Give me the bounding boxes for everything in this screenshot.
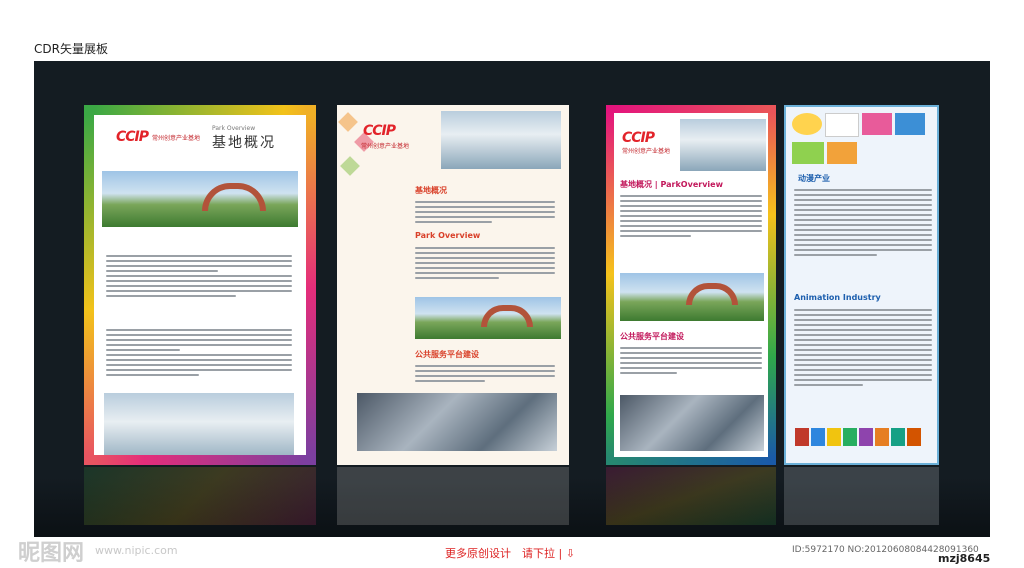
dinosaur-arch bbox=[481, 305, 533, 327]
panel-park-overview-2[interactable]: CCIP 常州创意产业基地 基地概况 Park Overview 公共服务平台建… bbox=[337, 105, 569, 465]
section-heading: 基地概况 | ParkOverview bbox=[620, 180, 723, 189]
author-name: mzj8645 bbox=[938, 552, 991, 565]
section-heading-en: Animation Industry bbox=[794, 293, 881, 302]
animation-posters bbox=[794, 427, 934, 451]
people-photo bbox=[357, 393, 557, 451]
display-stage: CCIP 常州创意产业基地 Park Overview 基地概况 CCIP 常州… bbox=[34, 61, 990, 537]
panel3-reflection bbox=[606, 467, 776, 525]
body-text bbox=[794, 309, 932, 386]
body-text bbox=[620, 195, 762, 237]
panel-animation-industry[interactable]: 动漫产业 Animation Industry bbox=[784, 105, 939, 465]
body-text-cn bbox=[106, 255, 292, 297]
people-photo bbox=[620, 395, 764, 451]
section-heading: 动漫产业 bbox=[798, 174, 830, 183]
heading-cn: 基地概况 bbox=[212, 135, 276, 151]
body-text bbox=[415, 365, 555, 382]
panel4-reflection bbox=[784, 467, 939, 525]
diamond-decor bbox=[340, 156, 360, 176]
section-heading: 公共服务平台建设 bbox=[415, 350, 479, 359]
diamond-decor bbox=[338, 112, 358, 132]
section-heading: 基地概况 bbox=[415, 186, 447, 195]
logo-text: 常州创意产业基地 bbox=[622, 148, 671, 155]
building-render bbox=[680, 119, 766, 171]
panel1-reflection bbox=[84, 467, 316, 525]
dinosaur-arch bbox=[686, 283, 738, 305]
section-heading-en: Park Overview bbox=[415, 231, 481, 240]
section-heading: 公共服务平台建设 bbox=[620, 332, 684, 341]
logo-mark: CCIP bbox=[363, 123, 396, 139]
body-text bbox=[415, 247, 555, 279]
panel2-reflection bbox=[337, 467, 569, 525]
ccip-logo: CCIP 常州创意产业基地 bbox=[116, 129, 200, 145]
ccip-logo: CCIP bbox=[363, 123, 396, 139]
panel-park-overview-3[interactable]: CCIP 常州创意产业基地 基地概况 | ParkOverview 公共服务平台… bbox=[606, 105, 776, 465]
nipic-watermark: 昵图网 bbox=[18, 541, 85, 566]
logo-mark: CCIP bbox=[622, 130, 655, 146]
site-url: www.nipic.com bbox=[95, 544, 178, 557]
park-photo bbox=[620, 273, 764, 321]
logo-text: 常州创意产业基地 bbox=[152, 134, 201, 142]
park-photo bbox=[415, 297, 561, 339]
more-designs-link[interactable]: 更多原创设计 请下拉 | ⇩ bbox=[445, 545, 575, 561]
page-label: CDR矢量展板 bbox=[34, 42, 108, 56]
building-render bbox=[104, 393, 294, 455]
logo-text: 常州创意产业基地 bbox=[361, 143, 410, 150]
heading-en: Park Overview bbox=[212, 125, 256, 132]
logo-mark: CCIP bbox=[116, 129, 149, 145]
body-text-en bbox=[106, 329, 292, 376]
building-render bbox=[441, 111, 561, 169]
body-text bbox=[794, 189, 932, 256]
park-photo bbox=[102, 171, 298, 227]
brand-logos bbox=[792, 113, 932, 165]
ccip-logo: CCIP 常州创意产业基地 bbox=[622, 127, 670, 155]
panel-park-overview-1[interactable]: CCIP 常州创意产业基地 Park Overview 基地概况 bbox=[84, 105, 316, 465]
dinosaur-arch bbox=[202, 183, 266, 211]
body-text bbox=[415, 201, 555, 223]
body-text bbox=[620, 347, 762, 374]
